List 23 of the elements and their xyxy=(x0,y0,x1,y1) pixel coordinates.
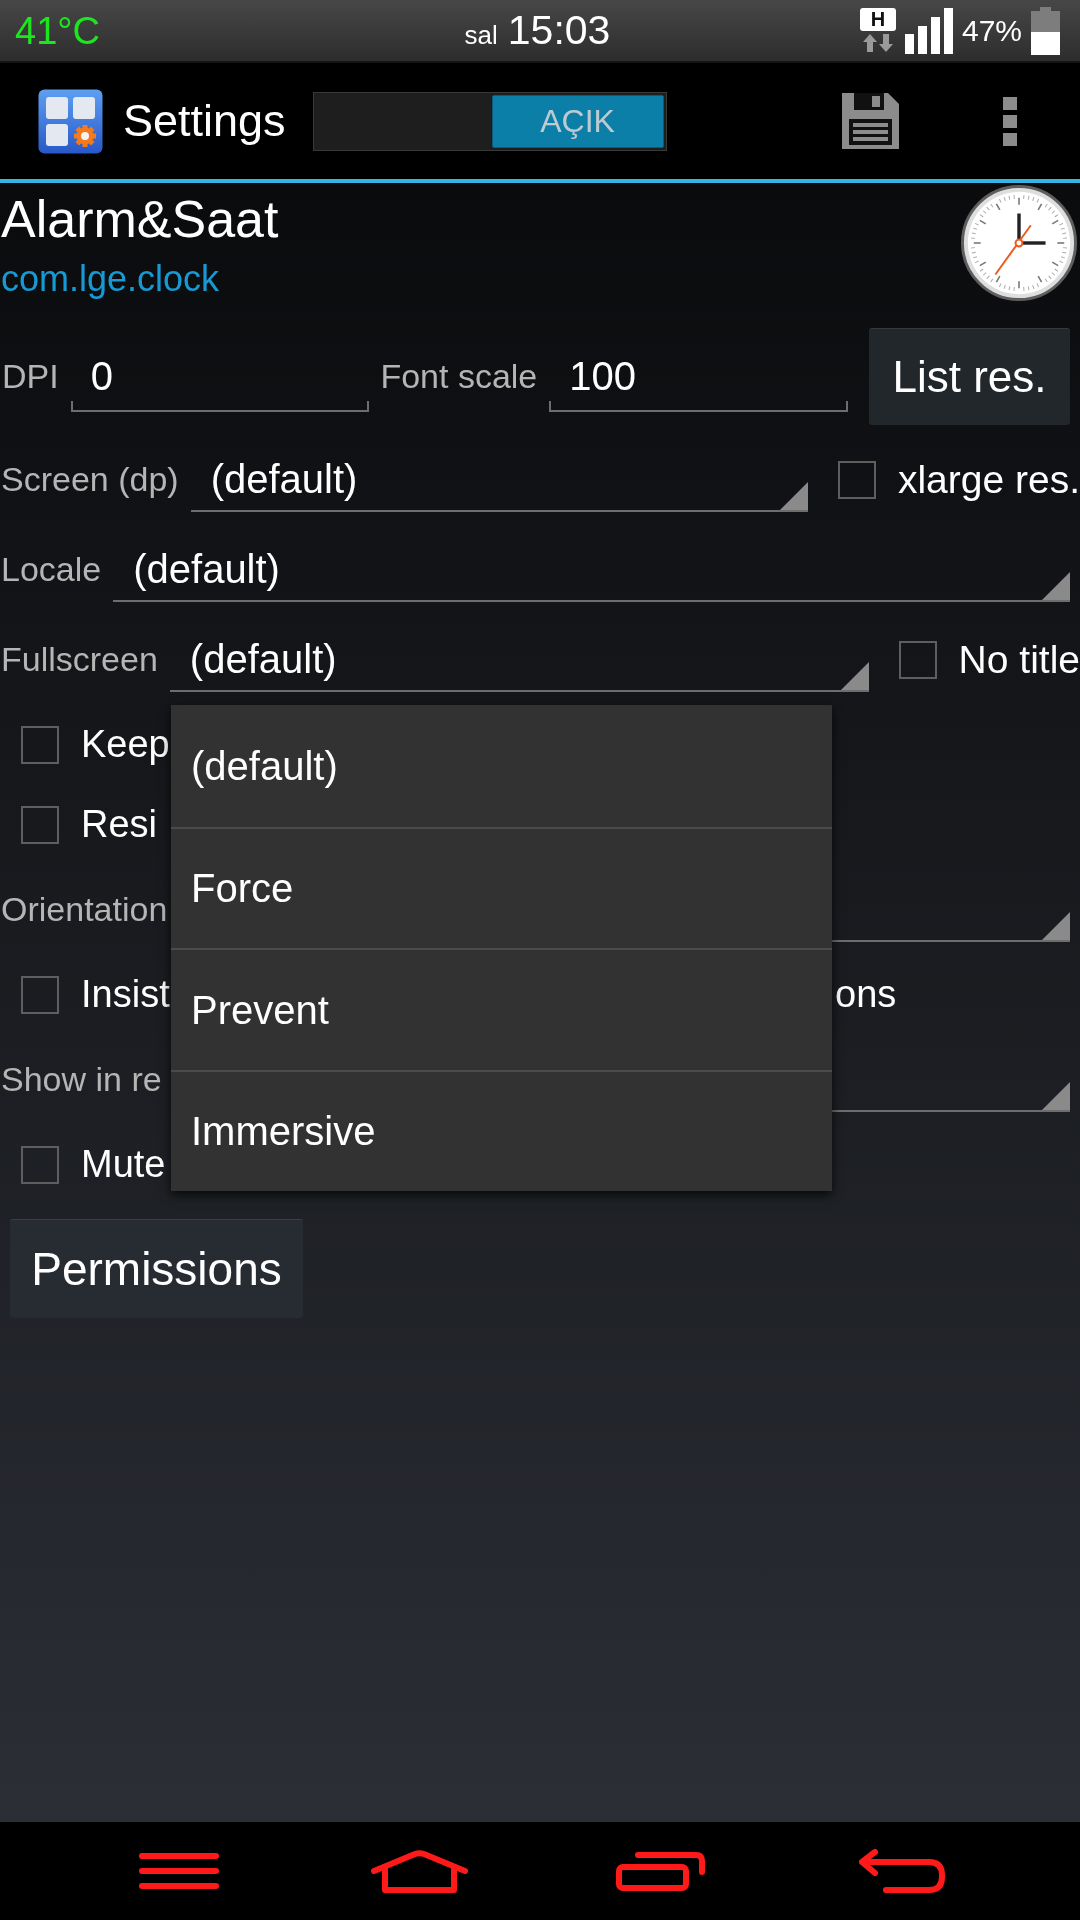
switch-thumb: AÇIK xyxy=(491,94,664,148)
checkbox-label: xlarge res. xyxy=(897,457,1080,503)
field-label: DPI xyxy=(2,356,59,397)
weekday-label: sal xyxy=(464,22,498,48)
checkbox-label: Insist xyxy=(81,973,170,1016)
checkbox-label: Mute xyxy=(81,1143,166,1186)
setting-label: Screen (dp) xyxy=(1,460,179,500)
package-name: com.lge.clock xyxy=(0,257,221,301)
checkbox-label: No title xyxy=(958,637,1080,683)
network-type-indicator: H xyxy=(859,8,896,31)
temperature-reading: 41°C xyxy=(15,11,100,50)
setting-label: Fullscreen xyxy=(1,640,158,680)
app-title: Settings xyxy=(123,96,286,146)
clock-time: 15:03 xyxy=(507,10,611,51)
checkbox-label: Keep xyxy=(81,723,170,766)
battery-percentage: 47% xyxy=(961,15,1022,46)
app-name: Alarm&Saat xyxy=(0,189,279,250)
setting-label: Locale xyxy=(1,550,102,590)
setting-label: Show in re xyxy=(1,1060,162,1100)
checkbox-label: Resi xyxy=(81,803,158,846)
checkbox-label: ons xyxy=(835,973,897,1017)
setting-label: Orientation xyxy=(1,890,168,930)
field-label: Font scale xyxy=(380,356,538,397)
